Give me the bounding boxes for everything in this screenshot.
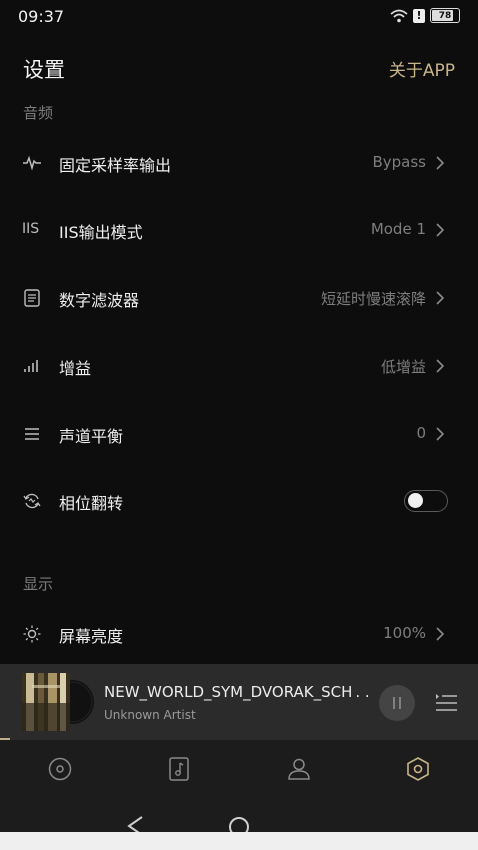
mini-player[interactable]: NEW_WORLD_SYM_DVORAK_SCH . . Unknown Art… (0, 664, 478, 740)
chevron-right-icon (436, 156, 445, 170)
setting-label: 增益 (59, 359, 92, 378)
status-icons: ! 78 (390, 8, 460, 23)
brightness-icon (23, 625, 41, 643)
disc-icon[interactable] (47, 756, 73, 782)
setting-label: 相位翻转 (59, 494, 124, 513)
phase-invert-toggle[interactable] (404, 490, 448, 512)
chevron-right-icon (436, 291, 445, 305)
setting-value: 低增益 (380, 358, 426, 376)
toggle-knob (408, 493, 423, 508)
setting-value: Mode 1 (370, 220, 426, 238)
track-title: NEW_WORLD_SYM_DVORAK_SCH . . (104, 683, 370, 701)
album-art[interactable] (22, 673, 94, 731)
track-artist: Unknown Artist (104, 708, 196, 722)
music-note-icon[interactable] (166, 756, 192, 782)
section-audio-label: 音频 (23, 104, 54, 122)
wifi-icon (390, 9, 408, 22)
waveform-icon (23, 155, 41, 171)
setting-value: 100% (383, 624, 426, 642)
pause-icon (393, 697, 401, 709)
setting-label: 数字滤波器 (59, 291, 140, 310)
setting-gain[interactable]: 增益 低增益 (0, 346, 478, 386)
phase-rotate-icon (23, 493, 41, 509)
battery-level: 78 (438, 10, 452, 21)
chevron-right-icon (436, 627, 445, 641)
setting-channel-balance[interactable]: 声道平衡 0 (0, 414, 478, 454)
filter-icon (24, 289, 40, 307)
signal-bars-icon (24, 360, 38, 372)
user-icon[interactable] (286, 756, 312, 782)
page-header: 设置 关于APP (0, 50, 478, 86)
chevron-right-icon (436, 223, 445, 237)
iis-icon: IIS (22, 221, 40, 237)
setting-digital-filter[interactable]: 数字滤波器 短延时慢速滚降 (0, 278, 478, 318)
chevron-right-icon (436, 359, 445, 373)
section-display-label: 显示 (23, 575, 54, 593)
page-title: 设置 (23, 58, 65, 82)
about-app-link[interactable]: 关于APP (389, 56, 455, 81)
menu-lines-icon (25, 428, 39, 440)
setting-iis-mode[interactable]: IIS IIS输出模式 Mode 1 (0, 210, 478, 250)
alert-icon: ! (413, 8, 425, 23)
setting-label: 声道平衡 (59, 427, 124, 446)
setting-sample-rate[interactable]: 固定采样率输出 Bypass (0, 143, 478, 183)
setting-phase-invert: 相位翻转 (0, 481, 478, 521)
settings-hexagon-icon[interactable] (405, 756, 431, 782)
status-time: 09:37 (18, 7, 65, 26)
chevron-right-icon (436, 427, 445, 441)
setting-value: Bypass (372, 153, 426, 171)
system-bar-strip (0, 832, 478, 850)
setting-label: 固定采样率输出 (59, 156, 172, 175)
status-bar: 09:37 ! 78 (0, 0, 478, 34)
pause-button[interactable] (379, 685, 415, 721)
setting-value: 0 (416, 424, 426, 442)
bottom-tab-bar (0, 740, 478, 802)
setting-brightness[interactable]: 屏幕亮度 100% (0, 614, 478, 654)
battery-icon: 78 (430, 8, 460, 23)
setting-label: IIS输出模式 (59, 223, 143, 242)
setting-value: 短延时慢速滚降 (320, 290, 426, 308)
playlist-icon[interactable] (434, 691, 458, 713)
setting-label: 屏幕亮度 (59, 627, 124, 646)
system-navigation-bar (0, 802, 478, 850)
